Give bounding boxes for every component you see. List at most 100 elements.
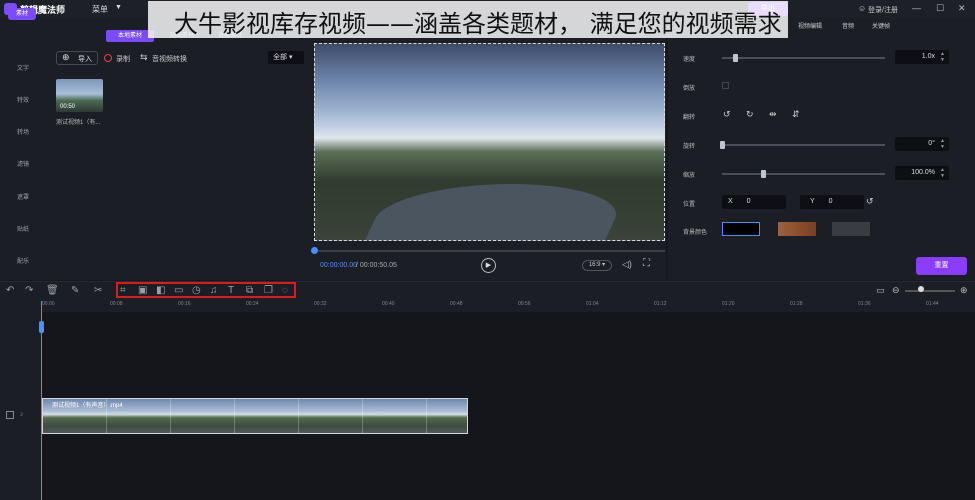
- undo-icon[interactable]: ↶: [6, 285, 14, 296]
- sidebar-item-text[interactable]: 文字: [0, 63, 46, 72]
- tick-label: 00:40: [382, 301, 395, 307]
- more-icon[interactable]: ◌: [282, 285, 288, 296]
- sidebar-item-mask[interactable]: 遮罩: [0, 192, 46, 201]
- scale-label: 缩放: [683, 173, 696, 179]
- layers-icon[interactable]: ❐: [264, 285, 273, 296]
- sidebar-item-music[interactable]: 配乐: [0, 256, 46, 265]
- record-button[interactable]: 录制: [116, 54, 130, 64]
- redo-icon[interactable]: ↷: [25, 285, 33, 296]
- position-label: 位置: [683, 202, 696, 208]
- zoom-slider[interactable]: [905, 290, 955, 292]
- preview-progress-knob[interactable]: [311, 247, 318, 254]
- convert-button[interactable]: 音视频转换: [152, 54, 187, 64]
- scale-slider-knob[interactable]: [760, 170, 766, 178]
- play-button[interactable]: ▶: [481, 258, 496, 273]
- tab-keyframe[interactable]: 关键帧: [872, 21, 890, 30]
- tick-label: 00:56: [518, 301, 531, 307]
- login-link[interactable]: 登录/注册: [868, 5, 898, 15]
- preview-total-time: / 00:00:50.05: [356, 262, 397, 269]
- zoom-slider-knob[interactable]: [918, 286, 924, 292]
- flip-horizontal-icon[interactable]: ⇹: [769, 109, 777, 120]
- copy-icon[interactable]: ⧉: [246, 285, 253, 296]
- speed-slider[interactable]: [722, 57, 885, 59]
- clip-frame-divider: [234, 399, 235, 433]
- sidebar-item-media[interactable]: 素材: [8, 8, 36, 20]
- speed-slider-knob[interactable]: [733, 54, 739, 62]
- scale-spinner-icon[interactable]: ▲ ▼: [940, 167, 945, 179]
- convert-icon[interactable]: ⇆: [140, 52, 148, 63]
- reverse-checkbox[interactable]: [722, 82, 729, 89]
- rotate-left-icon[interactable]: ↺: [723, 109, 731, 120]
- track-lock-icon[interactable]: [6, 411, 14, 419]
- sidebar-item-filter[interactable]: 滤镜: [0, 159, 46, 168]
- zoom-in-icon[interactable]: ⊕: [960, 285, 968, 296]
- preview-current-time: 00:00:00.00: [320, 262, 357, 269]
- zoom-out-icon[interactable]: ⊖: [892, 285, 900, 296]
- tab-video-edit[interactable]: 视频编辑: [798, 21, 822, 30]
- reset-button[interactable]: 重置: [916, 257, 967, 275]
- sidebar-item-transition[interactable]: 转场: [0, 127, 46, 136]
- tab-local-media[interactable]: 本地素材: [106, 30, 154, 42]
- edit-icon[interactable]: ✎: [71, 285, 79, 296]
- position-x-label: X: [728, 198, 733, 205]
- media-filter-select[interactable]: 全部 ▾: [268, 51, 304, 64]
- position-y-field[interactable]: Y0: [800, 195, 864, 209]
- reset-position-icon[interactable]: ↺: [866, 196, 874, 207]
- thumbnail-label: 测试视频1（有...: [56, 120, 101, 126]
- minimize-button[interactable]: —: [912, 3, 921, 13]
- timeline-ruler[interactable]: [0, 301, 975, 312]
- track-mute-icon[interactable]: ♪: [20, 411, 24, 418]
- import-label: 导入: [78, 56, 92, 63]
- sidebar-item-effects[interactable]: 特效: [0, 95, 46, 104]
- user-icon[interactable]: ☺: [858, 4, 866, 13]
- scale-slider[interactable]: [722, 173, 885, 175]
- mosaic-icon[interactable]: ▣: [138, 285, 147, 296]
- speed-spinner-icon[interactable]: ▲ ▼: [940, 51, 945, 63]
- fullscreen-icon[interactable]: ⛶: [643, 258, 650, 269]
- maximize-button[interactable]: ☐: [936, 3, 944, 14]
- rotate-spinner-icon[interactable]: ▲ ▼: [940, 138, 945, 150]
- preview-video[interactable]: [314, 43, 665, 241]
- plus-icon: ⊕: [62, 52, 70, 62]
- text-to-speech-icon[interactable]: T: [228, 285, 234, 296]
- delete-icon[interactable]: 🗑: [46, 285, 59, 296]
- aspect-ratio-select[interactable]: 16:9 ▾: [582, 260, 612, 271]
- position-y-label: Y: [810, 198, 815, 205]
- rotate-slider-knob[interactable]: [720, 141, 725, 149]
- flip-label: 翻转: [683, 115, 696, 121]
- position-x-field[interactable]: X0: [722, 195, 786, 209]
- position-x-value: 0: [746, 198, 751, 205]
- volume-icon[interactable]: ◁): [622, 259, 632, 270]
- flip-vertical-icon[interactable]: ⇵: [792, 109, 800, 120]
- tick-label: 00:32: [314, 301, 327, 307]
- audio-wave-icon[interactable]: ▭: [174, 285, 183, 296]
- rotate-right-icon[interactable]: ↻: [746, 109, 754, 120]
- record-icon[interactable]: [104, 54, 112, 62]
- crop-icon[interactable]: ⌗: [120, 285, 126, 296]
- tab-audio[interactable]: 音频: [842, 21, 854, 30]
- close-button[interactable]: ✕: [958, 3, 966, 14]
- tick-label: 01:44: [926, 301, 939, 307]
- road-scene: [358, 184, 632, 240]
- main-menu[interactable]: 菜单: [92, 4, 108, 15]
- clock-icon[interactable]: ◷: [192, 285, 201, 296]
- reverse-label: 倒放: [683, 86, 696, 92]
- tick-label: 01:04: [586, 301, 599, 307]
- caption-text: 大牛影视库存视频——涵盖各类题材， 满足您的视频需求: [174, 10, 782, 38]
- microphone-icon[interactable]: ♫: [210, 285, 218, 296]
- fit-icon[interactable]: ▭: [876, 285, 885, 296]
- freeze-frame-icon[interactable]: ◧: [156, 285, 165, 296]
- background-color-label: 背景颜色: [683, 230, 708, 236]
- thumbnail-duration: 00:50: [60, 104, 76, 110]
- sidebar: [0, 18, 46, 280]
- split-icon[interactable]: ✂: [94, 285, 102, 296]
- rotate-slider[interactable]: [722, 144, 885, 146]
- menu-caret-icon[interactable]: ▼: [115, 4, 122, 11]
- playhead-handle[interactable]: [39, 321, 44, 333]
- sidebar-item-sticker[interactable]: 贴纸: [0, 224, 46, 233]
- swatch-gray[interactable]: [832, 222, 870, 236]
- aspect-ratio-value: 16:9: [588, 262, 601, 268]
- swatch-black[interactable]: [722, 222, 760, 236]
- preview-progress-track[interactable]: [314, 250, 665, 252]
- swatch-gradient[interactable]: [778, 222, 816, 236]
